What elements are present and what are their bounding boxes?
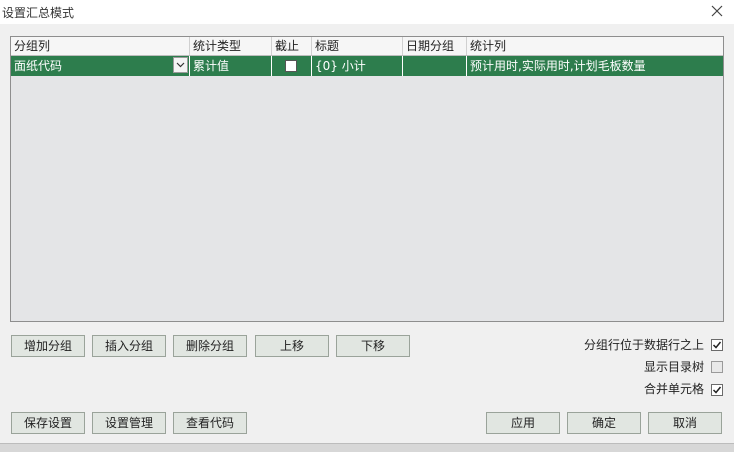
table-row[interactable]: 面纸代码 累计值 {0} 小计 预计用时,实际用时,计划毛板数量 bbox=[11, 56, 723, 76]
header-stat-type[interactable]: 统计类型 bbox=[190, 37, 272, 55]
show-tree-checkbox[interactable] bbox=[711, 361, 723, 373]
ok-button[interactable]: 确定 bbox=[567, 412, 641, 434]
cell-stat-columns[interactable]: 预计用时,实际用时,计划毛板数量 bbox=[467, 56, 723, 76]
grid-header: 分组列 统计类型 截止 标题 日期分组 统计列 bbox=[11, 37, 723, 56]
group-column-value: 面纸代码 bbox=[14, 59, 63, 73]
group-row-above-label: 分组行位于数据行之上 bbox=[583, 338, 704, 352]
cell-date-group[interactable] bbox=[403, 56, 467, 76]
cell-cutoff[interactable] bbox=[272, 56, 312, 76]
close-button[interactable] bbox=[708, 2, 726, 20]
close-icon bbox=[711, 5, 723, 17]
merge-cells-checkbox[interactable] bbox=[711, 384, 723, 396]
header-title[interactable]: 标题 bbox=[312, 37, 403, 55]
header-group-column[interactable]: 分组列 bbox=[11, 37, 190, 55]
group-row-above-checkbox[interactable] bbox=[711, 339, 723, 351]
apply-button[interactable]: 应用 bbox=[486, 412, 560, 434]
show-tree-label: 显示目录树 bbox=[643, 360, 704, 374]
move-down-button[interactable]: 下移 bbox=[336, 335, 410, 357]
delete-group-button[interactable]: 删除分组 bbox=[173, 335, 247, 357]
cell-title[interactable]: {0} 小计 bbox=[312, 56, 403, 76]
manage-settings-button[interactable]: 设置管理 bbox=[92, 412, 166, 434]
cell-stat-type[interactable]: 累计值 bbox=[190, 56, 272, 76]
merge-cells-label: 合并单元格 bbox=[643, 382, 704, 396]
check-icon bbox=[712, 386, 722, 394]
header-stat-columns[interactable]: 统计列 bbox=[467, 37, 723, 55]
header-cutoff[interactable]: 截止 bbox=[272, 37, 312, 55]
move-up-button[interactable]: 上移 bbox=[255, 335, 329, 357]
cell-group-column[interactable]: 面纸代码 bbox=[11, 56, 190, 76]
save-settings-button[interactable]: 保存设置 bbox=[11, 412, 85, 434]
add-group-button[interactable]: 增加分组 bbox=[11, 335, 85, 357]
title-bar: 设置汇总模式 bbox=[0, 0, 734, 24]
group-column-dropdown[interactable] bbox=[173, 57, 188, 73]
view-code-button[interactable]: 查看代码 bbox=[173, 412, 247, 434]
dialog-title: 设置汇总模式 bbox=[2, 6, 75, 20]
chevron-down-icon bbox=[176, 62, 185, 68]
cutoff-checkbox[interactable] bbox=[285, 60, 297, 72]
header-date-group[interactable]: 日期分组 bbox=[403, 37, 467, 55]
summary-mode-dialog: 设置汇总模式 分组列 统计类型 截止 标题 日期分组 统计列 面纸代码 累计值 … bbox=[0, 0, 734, 452]
group-grid[interactable]: 分组列 统计类型 截止 标题 日期分组 统计列 面纸代码 累计值 {0} 小计 bbox=[10, 36, 724, 322]
check-icon bbox=[712, 341, 722, 349]
insert-group-button[interactable]: 插入分组 bbox=[92, 335, 166, 357]
cancel-button[interactable]: 取消 bbox=[648, 412, 722, 434]
